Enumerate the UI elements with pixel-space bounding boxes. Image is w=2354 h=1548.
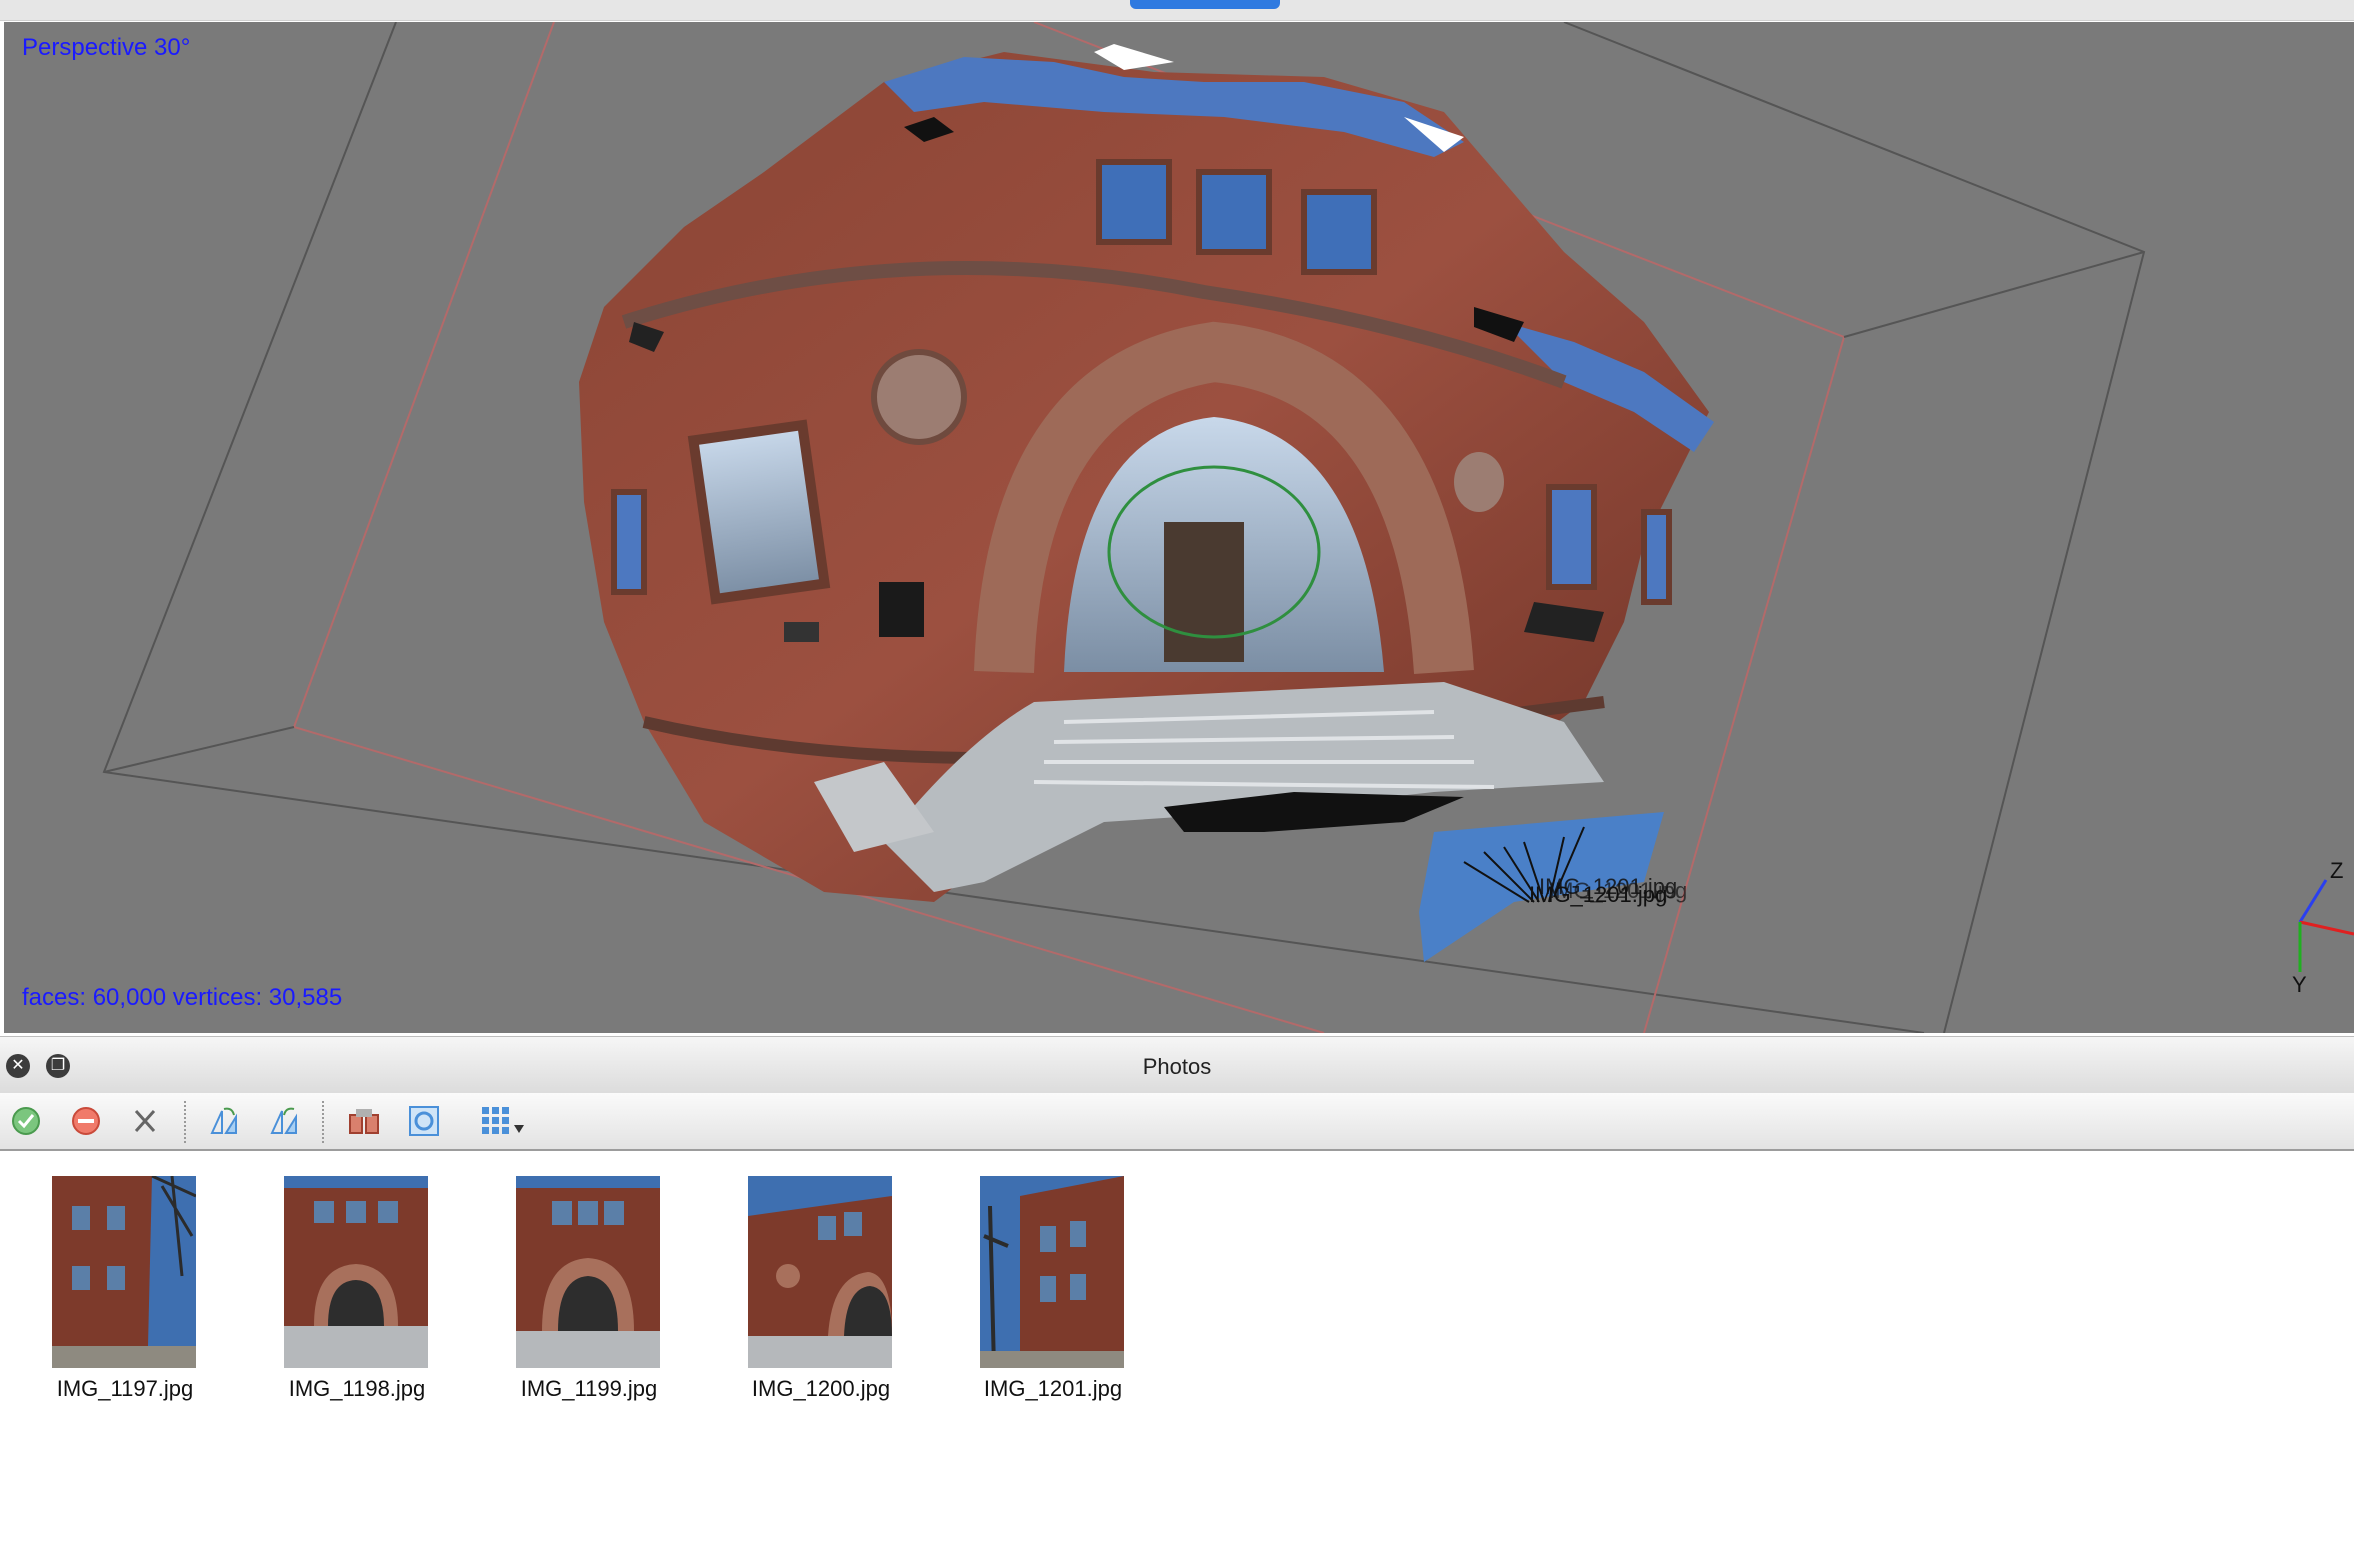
filter-icon [349,1109,379,1134]
rotate-right-icon [270,1107,297,1134]
top-title-bar [0,0,2354,21]
reset-view-button[interactable] [406,1103,442,1139]
camera-label-overlay-3: IMG_1201.jpg [1549,878,1687,903]
viewport-canvas: IMG_1201.jpg IMG_1201.jpg IMG_1201.jpg Z… [102,22,2354,1033]
photo-label: IMG_1200.jpg [751,1376,891,1401]
photo-thumbnail[interactable]: IMG_1201.jpg [960,1176,1130,1416]
photos-toolbar [0,1093,2354,1151]
disable-cameras-icon [72,1107,100,1135]
view-mode-icon [482,1107,524,1134]
enable-cameras-icon [12,1107,40,1135]
reconstructed-mesh [579,44,1714,902]
photo-label: IMG_1197.jpg [56,1376,194,1401]
mesh-stats-label: faces: 60,000 vertices: 30,585 [22,984,343,1011]
photo-label: IMG_1198.jpg [288,1376,426,1401]
toolbar-separator [322,1101,324,1143]
photos-panel-titlebar: ✕ ❐ Photos [0,1036,2354,1094]
photo-thumbnail-image [284,1176,428,1368]
photo-thumbnail[interactable]: IMG_1200.jpg [728,1176,898,1416]
axis-gizmo: Z Y [2292,858,2354,997]
photos-panel-title: Photos [1142,1054,1212,1079]
disable-cameras-button[interactable] [70,1103,106,1139]
photo-thumbnail-image [516,1176,660,1368]
photo-thumbnail-image [748,1176,892,1368]
projection-label: Perspective 30° [22,34,191,61]
toolbar-separator [184,1101,186,1143]
photo-thumbnail[interactable]: IMG_1199.jpg [496,1176,666,1416]
filter-button[interactable] [346,1103,382,1139]
photo-thumbnail-grid: IMG_1197.jpg IMG_1198.jpg IMG_1199.jpg I… [0,1176,2354,1476]
axis-z-label: Z [2330,858,2343,883]
photo-thumbnail[interactable]: IMG_1197.jpg [32,1176,202,1416]
3d-model-viewport[interactable]: IMG_1201.jpg IMG_1201.jpg IMG_1201.jpg Z… [4,22,2354,1033]
photo-thumbnail-image [52,1176,196,1368]
axis-y-label: Y [2292,972,2307,997]
remove-cameras-button[interactable] [128,1103,164,1139]
top-window-button[interactable] [1130,0,1280,9]
rotate-right-button[interactable] [266,1103,302,1139]
view-mode-dropdown[interactable] [480,1103,536,1139]
photo-thumbnail[interactable]: IMG_1198.jpg [264,1176,434,1416]
rotate-left-button[interactable] [206,1103,242,1139]
photo-label: IMG_1199.jpg [520,1376,658,1401]
remove-cameras-icon [134,1109,156,1133]
photos-panel: ✕ ❐ Photos IMG_1197.jpg IMG_1198.jpg IMG… [0,1036,2354,1548]
enable-cameras-button[interactable] [10,1103,46,1139]
photo-thumbnail-image [980,1176,1124,1368]
photo-label: IMG_1201.jpg [983,1376,1123,1401]
reset-view-icon [409,1106,439,1136]
rotate-left-icon [210,1107,237,1134]
